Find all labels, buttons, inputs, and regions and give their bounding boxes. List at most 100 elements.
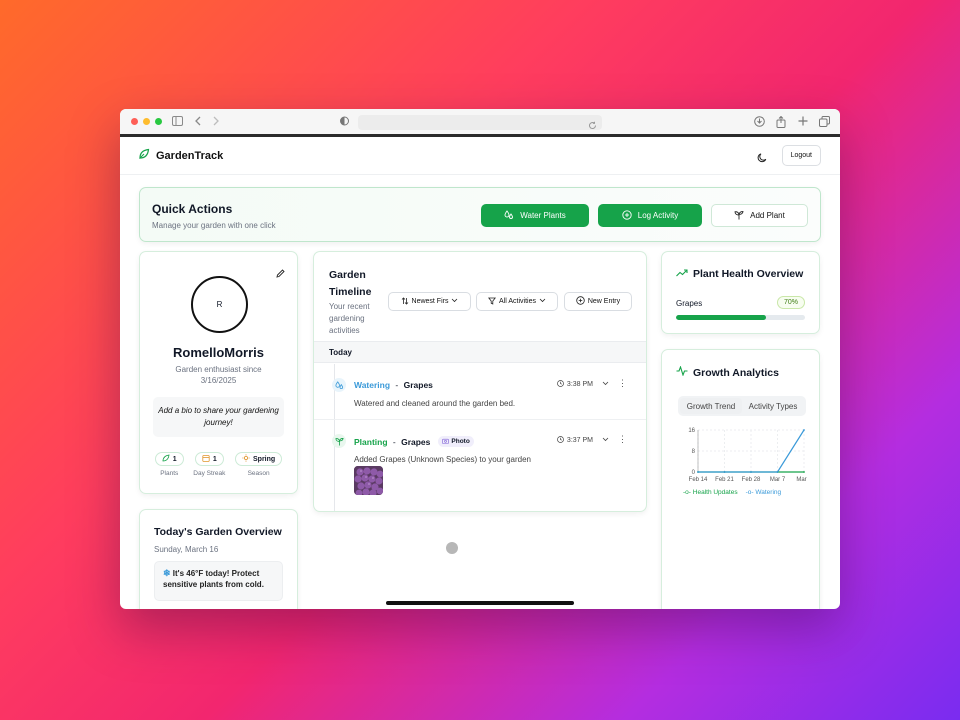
brand[interactable]: GardenTrack (138, 148, 223, 163)
download-icon[interactable] (754, 116, 765, 130)
health-progress-fill (676, 315, 767, 320)
x-tick-label: Feb 28 (742, 477, 761, 483)
avatar[interactable]: R (191, 276, 248, 333)
data-point (776, 471, 779, 473)
logout-button[interactable]: Logout (781, 145, 821, 166)
profile-name: RomelloMorris (172, 345, 264, 360)
data-point (723, 471, 726, 473)
back-icon[interactable] (195, 116, 202, 129)
filter-label: All Activities (499, 298, 536, 305)
entry-type: Watering (354, 380, 391, 390)
more-options-icon[interactable]: ⋮ (618, 434, 627, 445)
tab-activity-types[interactable]: Activity Types (742, 398, 804, 414)
add-plant-label: Add Plant (750, 211, 785, 220)
forward-icon[interactable] (212, 116, 219, 129)
new-entry-button[interactable]: New Entry (564, 292, 632, 311)
x-tick-label: Feb 21 (715, 477, 734, 483)
sort-dropdown[interactable]: Newest Firs (388, 292, 471, 311)
moon-icon[interactable] (757, 150, 768, 168)
legend-watering: -o- Watering (746, 489, 782, 496)
legend-watering-label: Watering (755, 489, 782, 496)
chart-legend: -o- Health Updates -o- Watering (683, 489, 781, 496)
privacy-shield-icon[interactable] (340, 116, 349, 129)
water-plants-label: Water Plants (520, 211, 566, 220)
stat-season: Spring Season (235, 452, 283, 477)
stat-season-label: Season (247, 470, 270, 477)
log-activity-label: Log Activity (637, 211, 679, 220)
camera-icon (442, 438, 450, 446)
profile-bio[interactable]: Add a bio to share your gardening journe… (153, 397, 284, 437)
trending-up-icon (676, 268, 688, 280)
reload-icon[interactable] (588, 117, 597, 135)
entry-time: 3:37 PM (557, 436, 609, 445)
overview-title: Today's Garden Overview (154, 526, 282, 538)
chevron-down-icon (539, 298, 546, 305)
scroll-indicator[interactable] (446, 542, 458, 554)
timeline-subtitle: Your recent gardening activities (329, 302, 370, 335)
app-header: GardenTrack Logout (120, 137, 840, 175)
growth-trend-chart: 0 8 16 Feb 14 Feb 21 Feb 28 Mar 7 Mar 1 (688, 428, 808, 483)
new-entry-label: New Entry (587, 298, 621, 305)
data-point (697, 471, 699, 473)
y-tick-label: 0 (692, 470, 696, 476)
analytics-title-text: Growth Analytics (693, 366, 779, 379)
quick-actions-panel: Quick Actions Manage your garden with on… (139, 187, 821, 242)
entry-time: 3:38 PM (557, 380, 609, 389)
new-tab-icon[interactable] (798, 116, 808, 129)
garden-timeline-card: Garden Timeline Your recent gardening ac… (313, 251, 647, 512)
maximize-window-button[interactable] (155, 118, 162, 125)
plus-circle-icon (576, 296, 585, 307)
minimize-window-button[interactable] (143, 118, 150, 125)
legend-health-updates: -o- Health Updates (683, 489, 738, 496)
entry-heading: Planting - Grapes Photo (354, 436, 474, 447)
leaf-icon (162, 454, 170, 464)
timeline-entry-watering[interactable]: Watering - Grapes 3:38 PM ⋮ Watered and … (314, 364, 646, 420)
x-tick-label: Mar 7 (770, 477, 786, 483)
address-bar[interactable] (358, 115, 602, 130)
analytics-title: Growth Analytics (676, 365, 779, 379)
stat-plants-value: 1 (172, 455, 177, 463)
add-plant-button[interactable]: Add Plant (711, 204, 808, 227)
more-options-icon[interactable]: ⋮ (618, 378, 627, 389)
water-plants-button[interactable]: Water Plants (481, 204, 589, 227)
data-point (750, 471, 752, 473)
entry-separator: - (390, 436, 399, 447)
browser-toolbar (120, 109, 840, 137)
profile-card: R RomelloMorris Garden enthusiast since … (139, 251, 298, 494)
share-icon[interactable] (776, 115, 786, 131)
sun-icon (242, 454, 250, 464)
filter-icon (487, 297, 497, 307)
profile-stats: 1 Plants 1 Day Streak Spring Season (140, 452, 297, 477)
tab-overview-icon[interactable] (819, 116, 830, 130)
health-progress-bar (676, 315, 805, 320)
brand-name: GardenTrack (156, 149, 224, 162)
profile-since: Garden enthusiast since 3/16/2025 (175, 365, 262, 385)
droplets-icon (332, 378, 346, 392)
chevron-down-icon[interactable] (602, 381, 609, 388)
filter-dropdown[interactable]: All Activities (476, 292, 558, 311)
chevron-down-icon[interactable] (602, 437, 609, 444)
quick-actions-title: Quick Actions (152, 202, 233, 216)
health-plant-name: Grapes (676, 299, 703, 308)
sort-arrows-icon (401, 296, 409, 307)
timeline-line (334, 364, 335, 419)
grapes-photo[interactable] (354, 466, 383, 495)
close-window-button[interactable] (131, 118, 138, 125)
y-tick-label: 8 (692, 449, 696, 455)
plus-circle-icon (622, 209, 632, 222)
data-point (803, 429, 805, 431)
sprout-icon (332, 434, 346, 448)
log-activity-button[interactable]: Log Activity (598, 204, 702, 227)
sidebar-toggle-icon[interactable] (172, 116, 183, 129)
garden-overview-card: Today's Garden Overview Sunday, March 16… (139, 509, 298, 609)
tab-growth-trend[interactable]: Growth Trend (680, 398, 742, 414)
sort-label: Newest Firs (411, 298, 449, 305)
entry-plant: Grapes (403, 380, 433, 390)
legend-line-marker-icon: -o- (745, 489, 754, 496)
home-indicator (386, 601, 574, 605)
entry-description: Added Grapes (Unknown Species) to your g… (354, 455, 531, 464)
entry-separator: - (393, 380, 401, 390)
pencil-icon[interactable] (276, 265, 285, 283)
entry-plant: Grapes (401, 436, 431, 447)
leaf-icon (138, 148, 150, 163)
